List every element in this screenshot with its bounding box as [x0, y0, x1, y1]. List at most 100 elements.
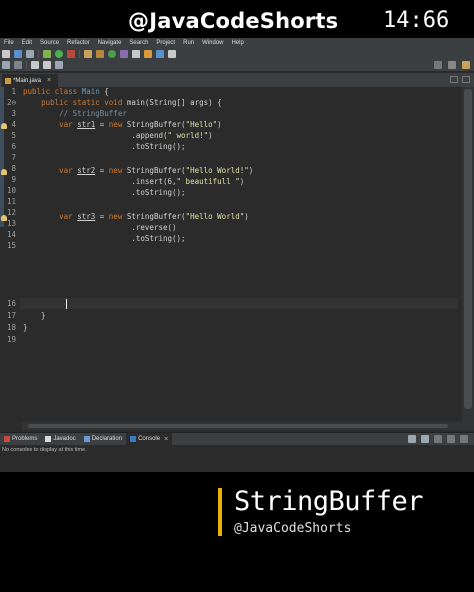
- open-perspective-icon[interactable]: [448, 61, 456, 69]
- menu-edit[interactable]: Edit: [18, 40, 36, 46]
- line-number: 7: [11, 153, 16, 162]
- warning-icon[interactable]: [1, 123, 7, 129]
- debug-icon[interactable]: [43, 50, 51, 58]
- line-number: 9: [11, 175, 16, 184]
- view-menu-icon[interactable]: [434, 435, 442, 443]
- tab-problems[interactable]: Problems: [0, 433, 41, 445]
- print-icon[interactable]: [26, 50, 34, 58]
- tab-label: Javadoc: [53, 436, 76, 442]
- menu-help[interactable]: Help: [227, 40, 247, 46]
- menu-refactor[interactable]: Refactor: [63, 40, 94, 46]
- horizontal-scroll-thumb[interactable]: [28, 424, 448, 428]
- clock: 14:66: [383, 8, 450, 33]
- annotation-icon[interactable]: [156, 50, 164, 58]
- console-panel[interactable]: No consoles to display at this time.: [0, 445, 474, 472]
- search-icon[interactable]: [132, 50, 140, 58]
- code-line-8: var str2 = new StringBuffer("Hello World…: [59, 166, 254, 175]
- tab-main-java[interactable]: *Main.java ×: [2, 74, 58, 87]
- menu-run[interactable]: Run: [179, 40, 198, 46]
- maximize-icon[interactable]: [462, 76, 470, 83]
- code-line-13: .reverse(): [23, 223, 177, 232]
- warning-icon[interactable]: [1, 215, 7, 221]
- vertical-scroll-thumb[interactable]: [464, 89, 472, 409]
- minimize-icon[interactable]: [450, 76, 458, 83]
- quick-access-icon[interactable]: [434, 61, 442, 69]
- code-line-18: }: [23, 323, 28, 332]
- line-number: 19: [6, 335, 16, 344]
- video-subtitle: @JavaCodeShorts: [234, 521, 352, 536]
- bottom-panel-tabs: Problems Javadoc Declaration Console ×: [0, 432, 474, 445]
- fold-marker-icon[interactable]: ⊖: [11, 98, 16, 107]
- line-number: 6: [11, 142, 16, 151]
- bottom-black-bar: [0, 558, 474, 592]
- last-edit-icon[interactable]: [2, 61, 10, 69]
- problems-icon: [4, 436, 10, 442]
- code-line-14: .toString();: [23, 234, 186, 243]
- line-number: 10: [6, 186, 16, 195]
- code-line-10: .toString();: [23, 188, 186, 197]
- warning-icon[interactable]: [1, 169, 7, 175]
- new-package-icon[interactable]: [96, 50, 104, 58]
- pin-icon[interactable]: [55, 61, 63, 69]
- toolbar-separator: [26, 61, 27, 69]
- format-icon[interactable]: [168, 50, 176, 58]
- tab-label: Problems: [12, 436, 38, 442]
- minimize-icon[interactable]: [447, 435, 455, 443]
- menu-file[interactable]: File: [0, 40, 18, 46]
- tab-label: *Main.java: [13, 77, 42, 84]
- line-number: 18: [6, 323, 16, 332]
- tab-javadoc[interactable]: Javadoc: [41, 433, 79, 445]
- menu-navigate[interactable]: Navigate: [94, 40, 126, 46]
- code-content[interactable]: public class Main { public static void m…: [23, 87, 463, 417]
- channel-handle: @JavaCodeShorts: [128, 9, 339, 33]
- line-number-gutter: 1 2⊖ 3 4 5 6 7 8 9 10 11 12 13 14 15 16 …: [0, 87, 20, 430]
- console-icon: [130, 436, 137, 442]
- tab-label: Console: [138, 436, 161, 442]
- new-class-icon[interactable]: [108, 50, 116, 58]
- menu-project[interactable]: Project: [152, 40, 179, 46]
- maximize-icon[interactable]: [460, 435, 468, 443]
- save-icon[interactable]: [14, 50, 22, 58]
- code-line-2: public static void main(String[] args) {: [41, 98, 222, 107]
- code-editor[interactable]: 1 2⊖ 3 4 5 6 7 8 9 10 11 12 13 14 15 16 …: [0, 87, 474, 430]
- tab-declaration[interactable]: Declaration: [80, 433, 126, 445]
- close-icon[interactable]: ×: [47, 77, 51, 84]
- back-icon[interactable]: [31, 61, 39, 69]
- vertical-scrollbar[interactable]: [462, 87, 474, 430]
- text-caret: [66, 299, 67, 309]
- line-number: 8: [11, 164, 16, 173]
- menu-source[interactable]: Source: [36, 40, 63, 46]
- next-annotation-icon[interactable]: [14, 61, 22, 69]
- title-overlay: StringBuffer @JavaCodeShorts: [0, 472, 474, 558]
- menu-bar: File Edit Source Refactor Navigate Searc…: [0, 38, 474, 48]
- code-line-3: // StringBuffer: [23, 109, 127, 118]
- close-icon[interactable]: ×: [164, 436, 168, 443]
- code-line-9: .insert(6," beautifull "): [23, 177, 245, 186]
- ide-window: File Edit Source Refactor Navigate Searc…: [0, 38, 474, 472]
- open-console-icon[interactable]: [421, 435, 429, 443]
- java-file-icon: [5, 77, 11, 84]
- editor-tab-bar: *Main.java ×: [0, 73, 474, 87]
- external-tools-icon[interactable]: [67, 50, 75, 58]
- code-line-12: var str3 = new StringBuffer("Hello World…: [59, 212, 249, 221]
- line-number: 16: [6, 299, 16, 308]
- java-perspective-icon[interactable]: [462, 61, 470, 69]
- open-type-icon[interactable]: [120, 50, 128, 58]
- tab-label: Declaration: [91, 436, 123, 442]
- display-console-icon[interactable]: [408, 435, 416, 443]
- run-icon[interactable]: [55, 50, 63, 58]
- new-java-project-icon[interactable]: [84, 50, 92, 58]
- tab-console[interactable]: Console ×: [126, 433, 173, 445]
- line-number: 3: [11, 109, 16, 118]
- horizontal-scrollbar[interactable]: [22, 422, 462, 430]
- toolbar-separator: [38, 50, 39, 58]
- menu-search[interactable]: Search: [125, 40, 152, 46]
- menu-window[interactable]: Window: [198, 40, 227, 46]
- accent-bar: [218, 488, 222, 536]
- new-icon[interactable]: [2, 50, 10, 58]
- line-number: 2⊖: [7, 98, 16, 107]
- override-marker-bar: [0, 87, 4, 227]
- line-number: 17: [6, 311, 16, 320]
- pen-icon[interactable]: [144, 50, 152, 58]
- forward-icon[interactable]: [43, 61, 51, 69]
